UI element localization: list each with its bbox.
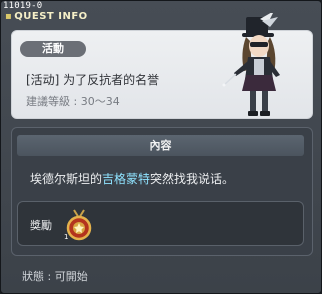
quest-status: 狀態 : 可開始 xyxy=(22,270,88,283)
reward-label: 獎勵 xyxy=(30,219,52,232)
event-tag: 活動 xyxy=(20,41,86,57)
quest-summary-panel: 活動 [活动] 为了反抗者的名誉 建議等級 : 30～34 xyxy=(11,13,313,119)
quest-description: 埃德尔斯坦的吉格蒙特突然找我说话。 xyxy=(30,170,234,187)
quest-info-window: 11019-0 ▪ QUEST INFO 活動 [活动] 为了反抗者的名誉 建議等… xyxy=(0,0,322,294)
content-header: 內容 xyxy=(17,135,304,156)
quest-content-panel: 內容 埃德尔斯坦的吉格蒙特突然找我说话。 獎勵 1 xyxy=(11,127,313,256)
npc-name-link: 吉格蒙特 xyxy=(102,172,151,186)
reward-box: 獎勵 1 xyxy=(17,201,304,246)
quest-name: [活动] 为了反抗者的名誉 xyxy=(26,73,160,87)
svg-text:1: 1 xyxy=(64,233,68,241)
recommended-level: 建議等級 : 30～34 xyxy=(26,95,120,108)
npc-portrait-icon xyxy=(222,13,280,116)
window-title: ▪ QUEST INFO xyxy=(5,11,88,22)
window-title-text: QUEST INFO xyxy=(14,11,88,22)
quest-id: 11019-0 xyxy=(3,1,43,11)
description-text-before: 埃德尔斯坦的 xyxy=(30,172,103,186)
title-bullet-icon: ▪ xyxy=(5,11,13,22)
description-text-after: 突然找我说话。 xyxy=(150,172,235,186)
medal-icon[interactable]: 1 xyxy=(62,208,96,242)
